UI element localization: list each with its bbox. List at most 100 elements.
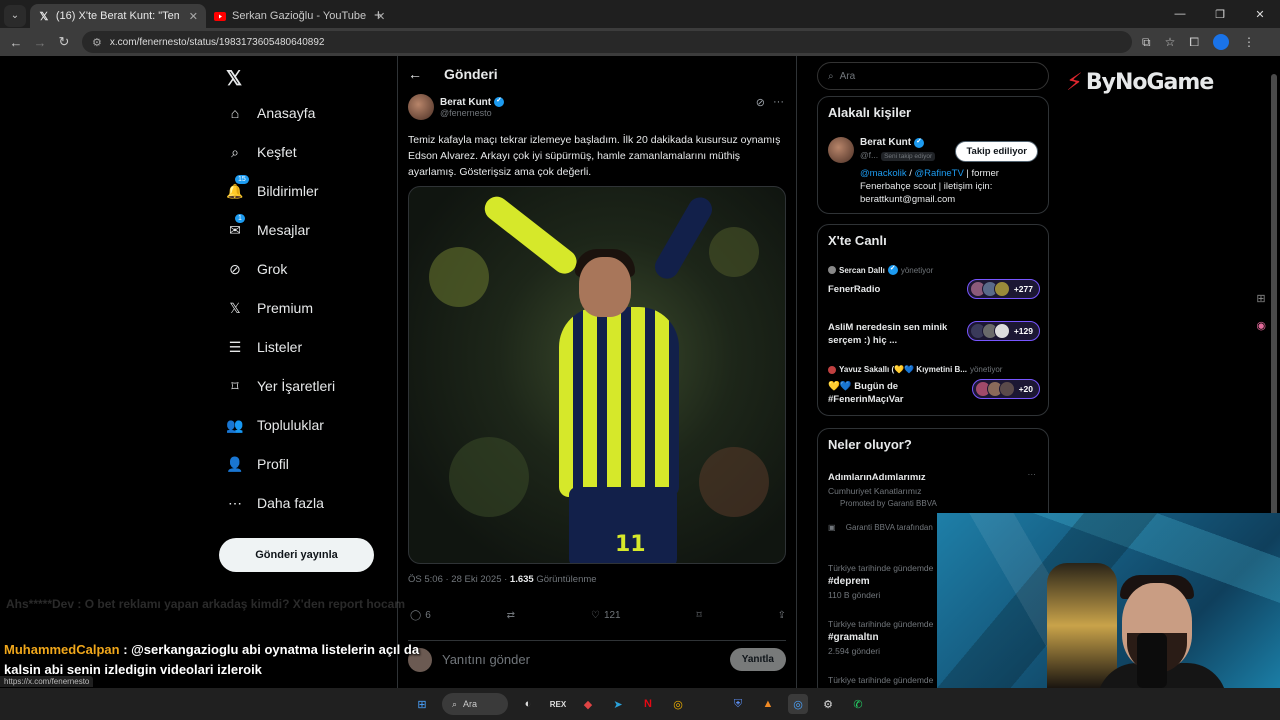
telegram-icon[interactable]: ➤ [608, 694, 628, 714]
browser-menu-icon[interactable]: ⋮ [1243, 35, 1255, 49]
live-listeners-pill[interactable]: +277 [966, 279, 1040, 299]
repost-action[interactable]: ⇄ [507, 608, 515, 622]
reply-button[interactable]: Yanıtla [729, 648, 786, 671]
post-author[interactable]: Berat Kunt @fenernesto [408, 94, 505, 120]
live-space[interactable]: AsliM neredesin sen minik serçem :) hiç … [828, 321, 1040, 347]
promoted-trend[interactable]: AdımlarınAdımlarımız Cumhuriyet Kanatlar… [828, 469, 1040, 508]
brand-text: ByNoGame [1085, 69, 1214, 95]
nav-item-daha-fazla[interactable]: ⋯ Daha fazla [226, 494, 324, 512]
close-icon[interactable]: ✕ [189, 10, 198, 23]
nav-item-grok[interactable]: ⊘ Grok [226, 260, 287, 278]
bio-link[interactable]: @mackolik [860, 168, 907, 179]
taskbar-search[interactable]: ⌕ Ara [442, 693, 508, 715]
related-name[interactable]: Berat Kunt [860, 137, 911, 148]
bookmark-icon: ⌑ [696, 609, 702, 621]
extensions-icon[interactable]: ⧠ [1189, 35, 1199, 50]
post-button[interactable]: Gönderi yayınla [219, 538, 374, 572]
chat-message: MuhammedCalpan : @serkangazioglu abi oyn… [4, 640, 424, 680]
live-title: FenerRadio [828, 284, 881, 295]
nav-item-mesajlar[interactable]: ✉ 1 Mesajlar [226, 214, 310, 239]
nav-item-profil[interactable]: 👤 Profil [226, 455, 289, 473]
windows-start-icon[interactable]: ⊞ [412, 694, 432, 714]
like-action[interactable]: ♡ 121 [591, 608, 621, 622]
address-bar[interactable]: ⚙ x.com/fenernesto/status/19831736054806… [82, 31, 1132, 53]
bynogame-logo: ⚡ ByNoGame [1066, 68, 1214, 96]
more-options-icon[interactable]: ··· [773, 96, 784, 109]
back-arrow-icon[interactable]: ← [408, 66, 422, 82]
profile-avatar[interactable] [1212, 34, 1229, 50]
search-input[interactable]: ⌕ Ara [817, 62, 1049, 90]
reply-input[interactable]: Yanıtını gönder [442, 652, 730, 667]
post-image[interactable]: 11 [408, 186, 786, 564]
nav-item-topluluklar[interactable]: 👥 Topluluklar [226, 416, 324, 434]
tab-title: Serkan Gazioğlu - YouTube [232, 10, 367, 22]
search-icon: ⌕ [452, 698, 458, 709]
install-app-icon[interactable]: ⧉ [1142, 35, 1151, 50]
back-icon[interactable]: ← [4, 35, 28, 50]
bitwarden-icon[interactable]: ⛨ [728, 694, 748, 714]
heart-icon: ♡ [590, 609, 600, 621]
site-info-icon[interactable]: ⚙ [92, 36, 102, 49]
bookmark-star-icon[interactable]: ☆ [1165, 35, 1176, 49]
translate-icon[interactable]: ◉ [1256, 319, 1266, 332]
obs-icon[interactable]: ◐ [518, 694, 538, 714]
app-red-icon[interactable]: ◆ [578, 694, 598, 714]
live-title: AsliM neredesin sen minik serçem :) hiç … [828, 322, 948, 346]
nav-item-label: Daha fazla [257, 495, 324, 511]
post-time[interactable]: ÖS 5:06 · 28 Eki 2025 · [408, 574, 510, 585]
tab-search-button[interactable]: ⌄ [4, 4, 26, 27]
nav-item-premium[interactable]: 𝕏 Premium [226, 299, 313, 317]
rex-icon[interactable]: REX [548, 694, 568, 714]
avatar[interactable] [408, 94, 434, 120]
author-name[interactable]: Berat Kunt [440, 97, 491, 108]
live-space[interactable]: Yavuz Sakallı (💛💙 Kıymetini B... yönetiyo… [828, 365, 1040, 406]
minimize-icon[interactable]: — [1160, 0, 1200, 28]
whatsapp-icon[interactable]: ✆ [848, 694, 868, 714]
live-listeners-pill[interactable]: +129 [966, 321, 1040, 341]
app-blank-icon[interactable] [698, 694, 718, 714]
maximize-icon[interactable]: ❐ [1200, 0, 1240, 28]
nav-item-label: Anasayfa [257, 105, 316, 121]
netflix-icon[interactable]: N [638, 694, 658, 714]
views-count: 1.635 [509, 574, 534, 585]
reload-icon[interactable]: ↻ [52, 34, 76, 50]
close-window-icon[interactable]: ✕ [1240, 0, 1280, 28]
browser-tab-youtube[interactable]: Serkan Gazioğlu - YouTube ✕ [206, 4, 385, 28]
bell-icon: 🔔 15 [226, 175, 249, 200]
chrome-active-icon[interactable]: ◎ [788, 694, 808, 714]
nav-item-yer-i̇şaretleri[interactable]: ⌑ Yer İşaretleri [226, 377, 335, 395]
chrome-icon[interactable]: ◎ [668, 694, 688, 714]
nav-item-keşfet[interactable]: ⌕ Keşfet [226, 143, 297, 161]
close-icon[interactable]: ✕ [376, 10, 385, 23]
related-user[interactable]: Berat Kunt @f...Seni takip ediyor [828, 137, 936, 163]
mail-icon: ✉ 1 [226, 214, 245, 239]
vlc-icon[interactable]: ▲ [758, 694, 778, 714]
settings-icon[interactable]: ⚙ [818, 694, 838, 714]
more-options-icon[interactable]: ··· [1028, 469, 1037, 479]
x-logo-icon[interactable]: 𝕏 [226, 66, 242, 91]
live-count: +129 [1013, 326, 1033, 336]
grok-icon[interactable]: ⊘ [756, 96, 765, 109]
following-button[interactable]: Takip ediliyor [955, 141, 1038, 162]
share-action[interactable]: ⇪ [778, 608, 786, 622]
scroll-thumb[interactable] [1271, 74, 1277, 554]
grid-icon[interactable]: ⊞ [1256, 292, 1266, 305]
jersey-number: 11 [615, 532, 646, 557]
nav-item-label: Mesajlar [257, 222, 310, 238]
nav-item-anasayfa[interactable]: ⌂ Anasayfa [226, 104, 316, 122]
host-avatar [828, 365, 836, 374]
bookmark-action[interactable]: ⌑ [697, 608, 702, 622]
live-listeners-pill[interactable]: +20 [971, 379, 1040, 399]
grok-icon: ⊘ [229, 260, 241, 277]
nav-item-bildirimler[interactable]: 🔔 15 Bildirimler [226, 175, 318, 200]
post-header: ← Gönderi [408, 66, 498, 82]
x-icon: 𝕏 [39, 10, 49, 23]
author-handle[interactable]: @fenernesto [440, 108, 504, 118]
share-icon: ⇪ [777, 609, 786, 621]
browser-tab-x[interactable]: 𝕏 (16) X'te Berat Kunt: "Temiz kaf... ✕ [30, 4, 206, 28]
avatar[interactable] [828, 137, 854, 163]
bio-link[interactable]: @RafineTV [915, 168, 964, 179]
live-space[interactable]: Sercan Dallı yönetiyor FenerRadio +277 [828, 264, 1040, 299]
nav-item-listeler[interactable]: ☰ Listeler [226, 338, 302, 356]
forward-icon[interactable]: → [28, 35, 52, 50]
